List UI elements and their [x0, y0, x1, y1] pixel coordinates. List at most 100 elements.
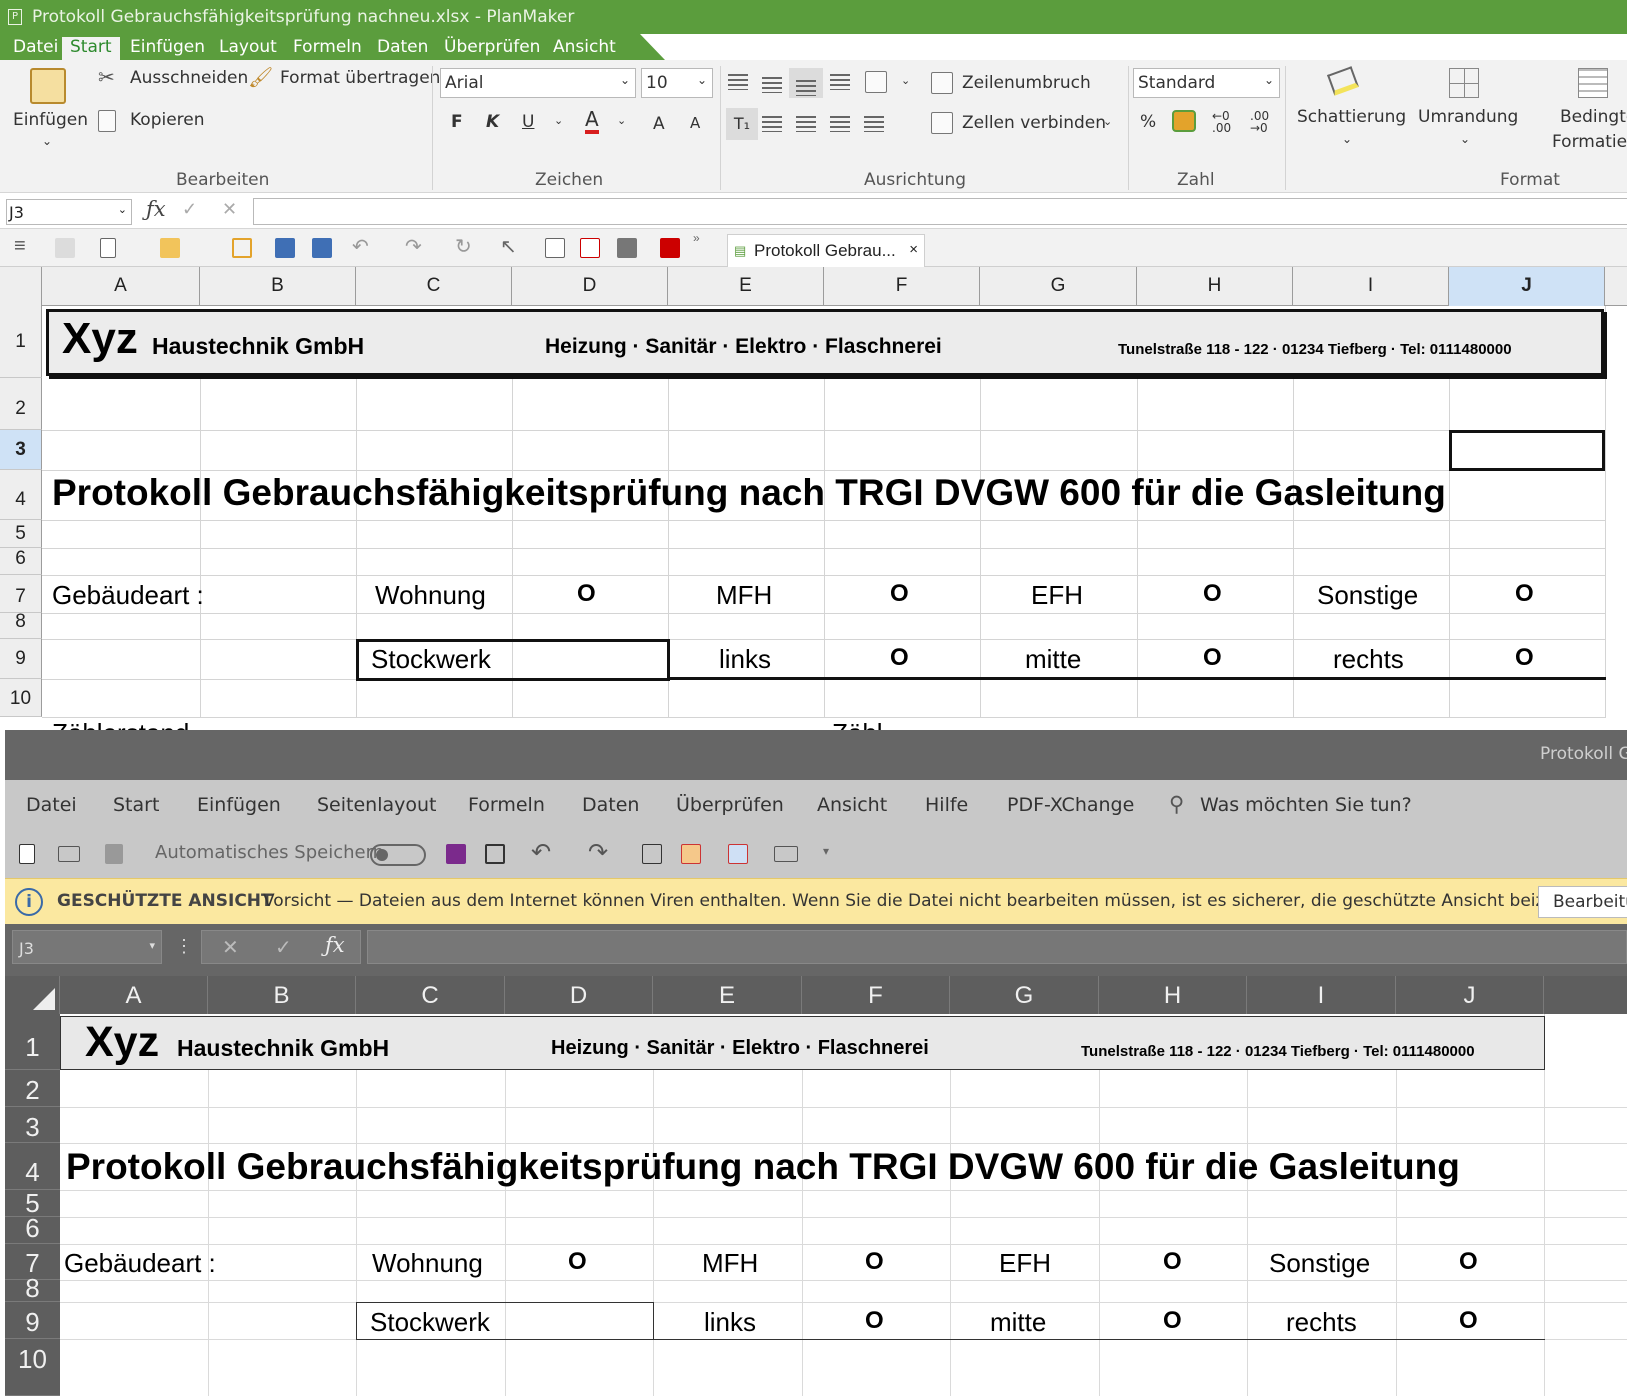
tab-start[interactable]: Start	[113, 794, 159, 816]
menu-icon[interactable]: ≡	[14, 235, 26, 258]
save-icon[interactable]	[275, 238, 295, 258]
shading-icon[interactable]	[1327, 66, 1359, 96]
textmaker-icon[interactable]	[660, 238, 680, 258]
column-header[interactable]: G	[950, 976, 1099, 1014]
customize-qat-icon[interactable]: ▾	[823, 844, 829, 858]
column-header[interactable]: I	[1247, 976, 1396, 1014]
pointer-icon[interactable]: ↖	[500, 234, 517, 259]
row-header[interactable]: 10	[5, 1339, 60, 1396]
row-header[interactable]: 9	[5, 1302, 60, 1339]
column-header[interactable]: D	[505, 976, 653, 1014]
font-color-button[interactable]: A	[585, 108, 599, 134]
align-bottom-icon[interactable]	[796, 80, 816, 96]
column-header[interactable]: F	[824, 267, 980, 306]
tell-me-input[interactable]: Was möchten Sie tun?	[1200, 794, 1412, 816]
paste-button[interactable]: Einfügen	[13, 110, 88, 130]
tab-datei[interactable]: Datei	[26, 794, 77, 816]
merge-dropdown[interactable]: ⌄	[1103, 115, 1112, 128]
row-header[interactable]: 7	[0, 575, 42, 613]
checkbox-efh[interactable]: O	[1203, 580, 1222, 608]
checkbox-sonstige[interactable]: O	[1515, 580, 1534, 608]
tab-einfuegen[interactable]: Einfügen	[197, 794, 281, 816]
checkbox-sonstige[interactable]: O	[1459, 1248, 1478, 1276]
undo-icon[interactable]: ↶	[352, 234, 369, 259]
more-options-icon[interactable]: ⋮	[175, 936, 193, 957]
checkbox-mitte[interactable]: O	[1163, 1307, 1182, 1335]
document-icon[interactable]	[642, 844, 662, 864]
column-header[interactable]: H	[1137, 267, 1293, 306]
formula-input[interactable]	[367, 930, 1627, 964]
checkbox-wohnung[interactable]: O	[577, 580, 596, 608]
align-right-icon[interactable]	[830, 116, 850, 132]
new-file-icon[interactable]	[100, 238, 116, 258]
new-file-icon[interactable]	[19, 844, 35, 864]
row-header[interactable]: 8	[0, 612, 42, 639]
font-color-dropdown[interactable]: ⌄	[617, 114, 626, 127]
enable-editing-button[interactable]: Bearbeitung aktivieren	[1538, 886, 1627, 918]
paste-icon[interactable]	[105, 844, 123, 864]
shading-button[interactable]: Schattierung	[1297, 107, 1406, 127]
column-header[interactable]: E	[668, 267, 824, 306]
checkbox-rechts[interactable]: O	[1459, 1307, 1478, 1335]
underline-dropdown[interactable]: ⌄	[554, 114, 563, 127]
column-header[interactable]: G	[980, 267, 1137, 306]
select-all-corner[interactable]	[5, 976, 60, 1014]
orientation-icon[interactable]	[865, 71, 887, 93]
tab-pdf-xchange[interactable]: PDF-XChange	[1007, 794, 1134, 816]
border-icon[interactable]	[1449, 68, 1479, 98]
shrink-font-button[interactable]: A	[690, 114, 700, 132]
text-frame-icon[interactable]	[232, 238, 252, 258]
row-header[interactable]: 6	[0, 548, 42, 575]
menu-formeln[interactable]: Formeln	[293, 37, 362, 57]
border-dropdown[interactable]: ⌄	[1460, 132, 1470, 146]
row-header[interactable]: 4	[5, 1143, 60, 1190]
copy-button[interactable]: Kopieren	[130, 110, 205, 130]
overflow-icon[interactable]: »	[693, 231, 700, 245]
row-header[interactable]: 3	[0, 430, 42, 470]
checkbox-mfh[interactable]: O	[890, 580, 909, 608]
name-box[interactable]: J3 ⌄	[6, 199, 132, 225]
row-header[interactable]: 5	[0, 520, 42, 548]
save-all-icon[interactable]	[312, 238, 332, 258]
function-icon[interactable]: ƒx	[146, 197, 166, 221]
checkbox-wohnung[interactable]: O	[568, 1248, 587, 1276]
number-format-select[interactable]: Standard ⌄	[1133, 68, 1280, 98]
redo-icon[interactable]: ↷	[405, 234, 422, 259]
menu-ansicht[interactable]: Ansicht	[553, 37, 616, 57]
orientation-dropdown[interactable]: ⌄	[901, 74, 910, 87]
paste-icon[interactable]	[30, 68, 66, 104]
format-painter-button[interactable]: Format übertragen	[280, 68, 440, 88]
close-icon[interactable]: ✕	[222, 199, 237, 220]
menu-daten[interactable]: Daten	[377, 37, 428, 57]
enter-icon[interactable]: ✓	[275, 935, 292, 960]
cancel-icon[interactable]: ✕	[222, 935, 239, 960]
underline-button[interactable]: U	[522, 112, 534, 132]
save-as-icon[interactable]	[485, 844, 505, 864]
row-header[interactable]: 1	[0, 306, 42, 378]
align-center-icon[interactable]	[796, 116, 816, 132]
column-header[interactable]: F	[802, 976, 950, 1014]
chevron-down-icon[interactable]: ⌄	[42, 134, 52, 148]
tab-ansicht[interactable]: Ansicht	[817, 794, 887, 816]
indent-icon[interactable]: T₁	[726, 108, 758, 140]
shading-dropdown[interactable]: ⌄	[1342, 132, 1352, 146]
font-size-select[interactable]: 10 ⌄	[641, 68, 713, 98]
pdf-icon[interactable]	[580, 238, 600, 258]
open-folder-icon[interactable]	[160, 238, 180, 258]
print-icon[interactable]	[617, 238, 637, 258]
merge-button[interactable]: Zellen verbinden	[962, 113, 1106, 133]
pdf-create-icon[interactable]	[681, 844, 701, 864]
menu-layout[interactable]: Layout	[219, 37, 277, 57]
column-header[interactable]: I	[1293, 267, 1449, 306]
currency-icon[interactable]	[1172, 110, 1196, 132]
close-tab-icon[interactable]: ×	[909, 241, 918, 258]
selected-cell-j3[interactable]	[1449, 430, 1605, 471]
tab-ueberpruefen[interactable]: Überprüfen	[676, 794, 784, 816]
mail-icon[interactable]	[774, 846, 798, 862]
repeat-icon[interactable]: ↻	[455, 234, 472, 259]
menu-datei[interactable]: Datei	[13, 37, 58, 57]
row-header[interactable]: 10	[0, 679, 42, 717]
tab-formeln[interactable]: Formeln	[468, 794, 545, 816]
select-all-corner[interactable]	[0, 267, 42, 306]
checkbox-mfh[interactable]: O	[865, 1248, 884, 1276]
